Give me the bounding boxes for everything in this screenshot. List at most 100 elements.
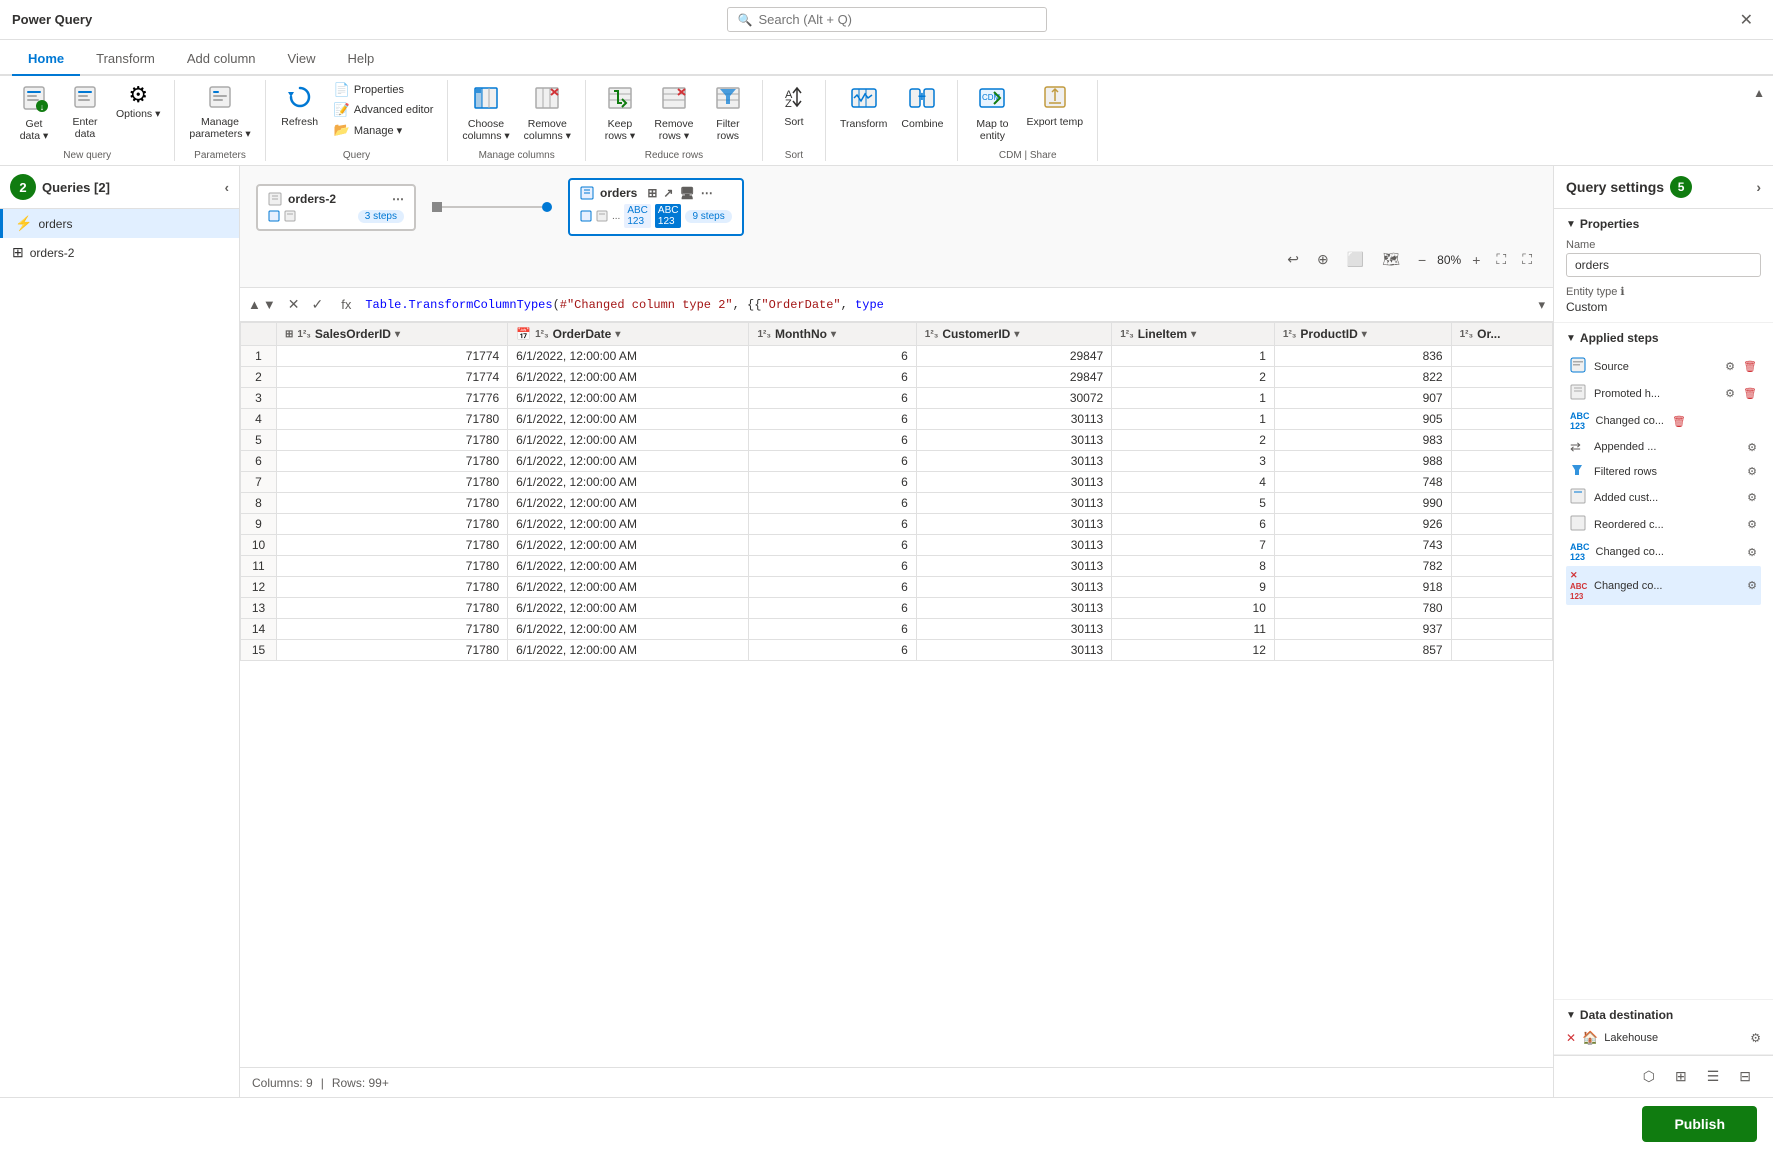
fit-button[interactable]: ⛶ xyxy=(1491,248,1511,271)
step-promoted-gear[interactable]: ⚙ xyxy=(1725,387,1735,400)
refresh-button[interactable]: Refresh xyxy=(274,80,326,132)
destination-gear-button[interactable]: ⚙ xyxy=(1750,1031,1761,1045)
salesorderid-dropdown[interactable]: ▾ xyxy=(395,329,400,340)
step-added-cust[interactable]: Added cust... ⚙ xyxy=(1566,484,1761,511)
tab-bar: Home Transform Add column View Help xyxy=(0,40,1773,76)
step-source-del[interactable]: 🗑 xyxy=(1743,360,1757,373)
layout-view-button[interactable]: ⊟ xyxy=(1733,1064,1757,1089)
customerid-dropdown[interactable]: ▾ xyxy=(1014,329,1019,340)
step-reordered-gear[interactable]: ⚙ xyxy=(1747,518,1757,531)
step-filtered-rows-gear[interactable]: ⚙ xyxy=(1747,465,1757,478)
step-appended-gear[interactable]: ⚙ xyxy=(1747,441,1757,454)
step-promoted-h[interactable]: Promoted h... ⚙ 🗑 xyxy=(1566,380,1761,407)
publish-button[interactable]: Publish xyxy=(1642,1106,1757,1142)
transform-button[interactable]: Transform xyxy=(834,80,893,134)
col-header-productid[interactable]: 1²₃ ProductID ▾ xyxy=(1274,323,1451,346)
col-header-customerid[interactable]: 1²₃ CustomerID ▾ xyxy=(916,323,1111,346)
col-header-monthno[interactable]: 1²₃ MonthNo ▾ xyxy=(749,323,916,346)
step-changed-co-3[interactable]: ✕ABC123 Changed co... ⚙ xyxy=(1566,566,1761,605)
formula-expand-button[interactable]: ▾ xyxy=(1538,297,1545,313)
diagram-node-orders[interactable]: orders ⊞ ↗ 🖥 ⋯ ... ABC123 ABC123 9 steps xyxy=(568,178,744,236)
data-grid-container[interactable]: ⊞ 1²₃ SalesOrderID ▾ 📅 1²₃ xyxy=(240,322,1553,1067)
step-added-cust-gear[interactable]: ⚙ xyxy=(1747,491,1757,504)
name-prop-input[interactable] xyxy=(1566,253,1761,277)
undo-button[interactable]: ↩ xyxy=(1282,248,1304,271)
options-button[interactable]: ⚙ Options ▾ xyxy=(110,80,166,124)
zoom-out-button[interactable]: − xyxy=(1413,249,1431,271)
zoom-in-button[interactable]: + xyxy=(1467,249,1485,271)
query-settings-badge: 5 xyxy=(1670,176,1692,198)
sidebar-item-orders-2[interactable]: ⊞ orders-2 xyxy=(0,238,239,267)
sidebar-collapse-button[interactable]: ‹ xyxy=(225,180,229,195)
manage-parameters-button[interactable]: Manageparameters ▾ xyxy=(183,80,256,144)
layout-button[interactable]: ⬜ xyxy=(1342,248,1369,271)
orders-node-icon2[interactable]: ↗ xyxy=(663,186,673,200)
col-header-salesorderid[interactable]: ⊞ 1²₃ SalesOrderID ▾ xyxy=(277,323,508,346)
tab-home[interactable]: Home xyxy=(12,43,80,76)
step-changed-co-1[interactable]: ABC123 Changed co... 🗑 xyxy=(1566,407,1761,435)
enter-data-label: Enterdata xyxy=(72,116,97,140)
sidebar-item-orders[interactable]: ⚡ orders xyxy=(0,209,239,238)
step-changed-co-3-gear[interactable]: ⚙ xyxy=(1747,579,1757,592)
enter-data-button[interactable]: Enterdata xyxy=(62,80,108,144)
formula-confirm-button[interactable]: ✓ xyxy=(307,294,327,315)
orders-node-icon3[interactable]: 🖥 xyxy=(679,186,694,200)
diagram-node-orders-2[interactable]: orders-2 ⋯ 3 steps xyxy=(256,184,416,231)
search-input[interactable] xyxy=(758,12,1018,27)
advanced-editor-button[interactable]: 📝 Advanced editor xyxy=(328,100,440,120)
map-button[interactable]: 🗺 xyxy=(1377,248,1405,271)
step-changed-co-1-del[interactable]: 🗑 xyxy=(1672,415,1686,428)
destination-close-button[interactable]: ✕ xyxy=(1566,1031,1576,1045)
manage-button[interactable]: 📂 Manage ▾ xyxy=(328,120,440,140)
add-step-button[interactable]: ⊕ xyxy=(1312,248,1334,271)
export-temp-button[interactable]: Export temp xyxy=(1020,80,1089,132)
fullscreen-button[interactable]: ⛶ xyxy=(1517,248,1537,271)
table-view-button[interactable]: ☰ xyxy=(1701,1064,1726,1089)
col-header-or[interactable]: 1²₃ Or... xyxy=(1451,323,1552,346)
ribbon-collapse-button[interactable]: ▲ xyxy=(1753,86,1765,100)
formula-input[interactable]: Table.TransformColumnTypes(#"Changed col… xyxy=(365,298,1530,312)
keep-rows-button[interactable]: Keeprows ▾ xyxy=(594,80,646,146)
orders-node-icon1[interactable]: ⊞ xyxy=(647,186,657,200)
get-data-button[interactable]: ↓ Getdata ▾ xyxy=(8,80,60,146)
step-appended[interactable]: ⇄ Appended ... ⚙ xyxy=(1566,435,1761,459)
step-view-button[interactable]: ⬡ xyxy=(1637,1064,1661,1089)
tab-view[interactable]: View xyxy=(272,43,332,76)
monthno-dropdown[interactable]: ▾ xyxy=(831,329,836,340)
step-changed-co-2[interactable]: ABC123 Changed co... ⚙ xyxy=(1566,538,1761,566)
filter-rows-button[interactable]: Filterrows xyxy=(702,80,754,146)
schema-view-button[interactable]: ⊞ xyxy=(1669,1064,1693,1089)
step-source[interactable]: Source ⚙ 🗑 xyxy=(1566,353,1761,380)
sort-button[interactable]: AZ Sort xyxy=(771,80,817,132)
sidebar: 2 Queries [2] ‹ ⚡ orders ⊞ orders-2 xyxy=(0,166,240,1097)
orders-2-node-menu[interactable]: ⋯ xyxy=(392,192,404,206)
lineitem-dropdown[interactable]: ▾ xyxy=(1191,329,1196,340)
step-filtered-rows[interactable]: Filtered rows ⚙ xyxy=(1566,459,1761,484)
combine-button[interactable]: + Combine xyxy=(895,80,949,134)
formula-cancel-button[interactable]: ✕ xyxy=(284,294,304,315)
orders-node-menu[interactable]: ⋯ xyxy=(701,186,713,200)
lineitem-label: LineItem xyxy=(1138,327,1187,341)
productid-dropdown[interactable]: ▾ xyxy=(1362,329,1367,340)
remove-rows-button[interactable]: Removerows ▾ xyxy=(648,80,700,146)
formula-collapse-up[interactable]: ▲ xyxy=(248,297,261,312)
orderdate-dropdown[interactable]: ▾ xyxy=(615,329,620,340)
col-header-orderdate[interactable]: 📅 1²₃ OrderDate ▾ xyxy=(508,323,749,346)
right-panel-collapse-button[interactable]: › xyxy=(1756,179,1761,195)
search-box[interactable]: 🔍 xyxy=(727,7,1047,32)
step-reordered-c[interactable]: Reordered c... ⚙ xyxy=(1566,511,1761,538)
choose-columns-button[interactable]: Choosecolumns ▾ xyxy=(456,80,515,146)
cell-orderdate: 6/1/2022, 12:00:00 AM xyxy=(508,346,749,367)
step-promoted-del[interactable]: 🗑 xyxy=(1743,387,1757,400)
tab-help[interactable]: Help xyxy=(331,43,390,76)
remove-columns-button[interactable]: Removecolumns ▾ xyxy=(518,80,577,146)
properties-button[interactable]: 📄 Properties xyxy=(328,80,440,100)
step-source-gear[interactable]: ⚙ xyxy=(1725,360,1735,373)
col-header-lineitem[interactable]: 1²₃ LineItem ▾ xyxy=(1112,323,1275,346)
tab-transform[interactable]: Transform xyxy=(80,43,171,76)
formula-collapse-down[interactable]: ▼ xyxy=(263,297,276,312)
map-to-entity-button[interactable]: CDM Map toentity xyxy=(966,80,1018,146)
step-changed-co-2-gear[interactable]: ⚙ xyxy=(1747,546,1757,559)
close-button[interactable]: ✕ xyxy=(1732,6,1761,34)
tab-add-column[interactable]: Add column xyxy=(171,43,272,76)
